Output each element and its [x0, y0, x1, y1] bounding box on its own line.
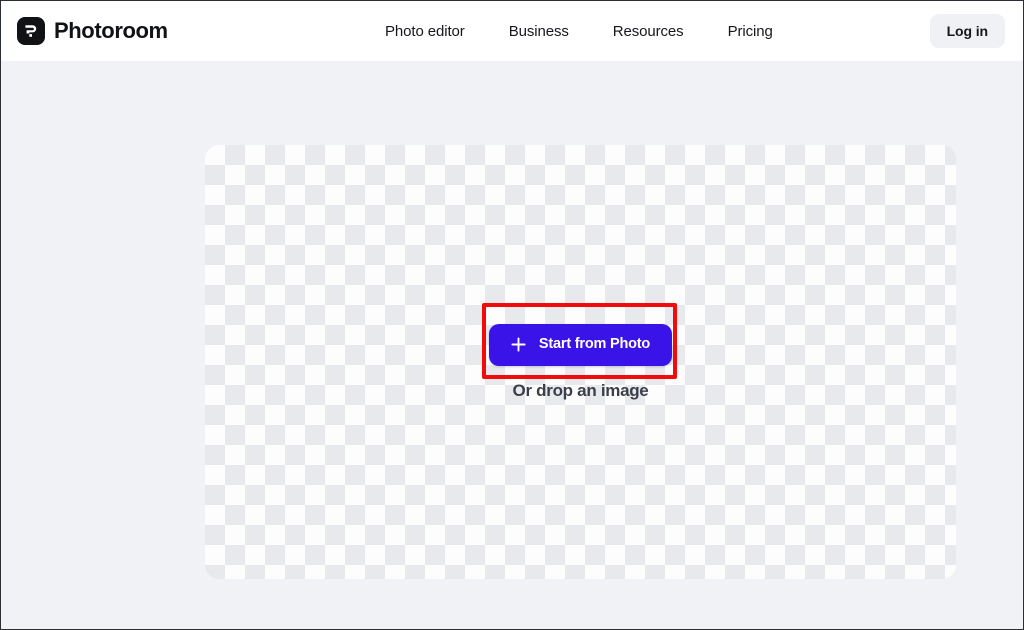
photoroom-logo-icon [17, 17, 45, 45]
plus-icon [511, 337, 526, 352]
drop-image-hint: Or drop an image [512, 380, 649, 400]
nav-item-resources[interactable]: Resources [613, 17, 684, 46]
browser-page: Photoroom Photo editor Business Resource… [0, 0, 1024, 630]
start-from-photo-button[interactable]: Start from Photo [488, 323, 673, 366]
image-dropzone[interactable]: Start from Photo Or drop an image [205, 145, 956, 579]
login-button[interactable]: Log in [929, 14, 1005, 48]
nav-item-photo-editor[interactable]: Photo editor [385, 17, 465, 46]
site-header: Photoroom Photo editor Business Resource… [1, 1, 1023, 61]
nav-item-business[interactable]: Business [509, 17, 569, 46]
brand-name: Photoroom [54, 18, 168, 43]
transparent-canvas[interactable]: Start from Photo Or drop an image [205, 145, 956, 579]
brand-logo[interactable]: Photoroom [17, 17, 168, 45]
main-navigation: Photo editor Business Resources Pricing [385, 17, 773, 46]
main-content: Start from Photo Or drop an image [1, 61, 1023, 629]
start-from-photo-label: Start from Photo [538, 336, 651, 353]
nav-item-pricing[interactable]: Pricing [728, 17, 773, 46]
